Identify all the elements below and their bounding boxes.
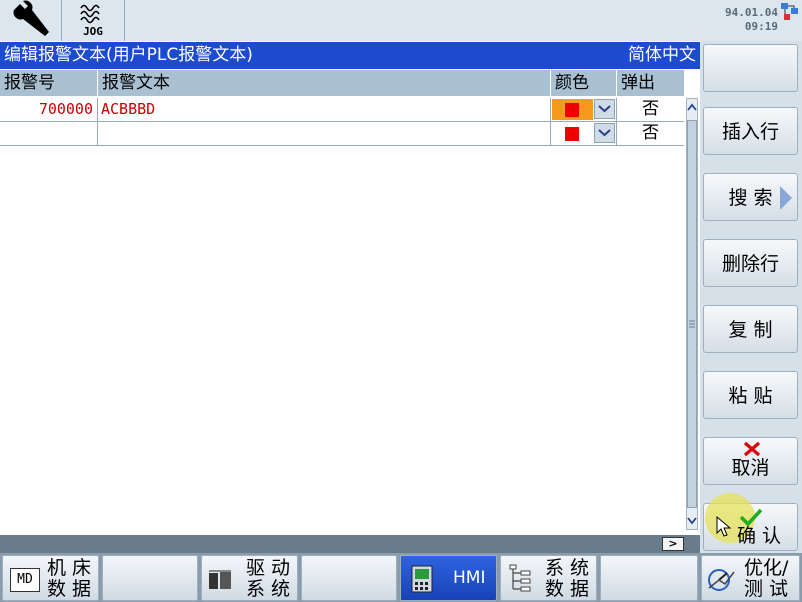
delete-row-button[interactable]: 删除行 <box>703 239 798 287</box>
color-selection[interactable] <box>552 99 593 120</box>
alarm-text-cell[interactable] <box>98 122 551 145</box>
color-swatch <box>565 127 579 141</box>
search-button[interactable]: 搜 索 <box>703 173 798 221</box>
optimize-label-2: 测 试 <box>744 578 789 600</box>
col-header-popup: 弹出 <box>621 73 655 93</box>
md-icon: MD <box>10 568 40 592</box>
col-header-alarm-number: 报警号 <box>0 70 98 96</box>
scrollbar-thumb[interactable] <box>687 120 697 508</box>
table-row[interactable]: 700000 ACBBBD 否 <box>0 98 684 122</box>
drive-system-button[interactable]: 驱 动 系 统 <box>201 555 298 601</box>
color-cell[interactable] <box>551 122 617 145</box>
machine-data-label-1: 机 床 <box>47 557 92 579</box>
softkey-empty-h4[interactable] <box>301 555 397 601</box>
alarm-number-cell[interactable]: 700000 <box>0 98 98 121</box>
drive-label-1: 驱 动 <box>246 557 291 579</box>
paste-button[interactable]: 粘 贴 <box>703 371 798 419</box>
table-row[interactable]: 否 <box>0 122 684 146</box>
network-status-icon <box>781 3 798 20</box>
alarm-text-cell[interactable]: ACBBBD <box>98 98 551 121</box>
table-header: 报警号 报警文本 颜色 弹出 <box>0 70 684 96</box>
optimize-label-1: 优化/ <box>744 557 789 579</box>
machine-data-label-2: 数 据 <box>47 578 92 600</box>
color-cell[interactable] <box>551 98 617 121</box>
scroll-up-icon[interactable] <box>686 98 698 118</box>
drive-icon <box>209 570 231 589</box>
popup-cell[interactable]: 否 <box>617 98 684 121</box>
close-icon <box>743 441 761 457</box>
scroll-right-button[interactable]: > <box>662 537 684 551</box>
grip-icon <box>689 320 695 328</box>
drive-label-2: 系 统 <box>246 578 291 600</box>
jog-label: JOG <box>83 25 103 38</box>
tree-icon <box>509 564 531 592</box>
wrench-icon <box>13 0 50 36</box>
col-header-color: 颜色 <box>551 70 617 96</box>
color-selection[interactable] <box>552 123 593 144</box>
time-text: 09:19 <box>744 20 778 33</box>
softkey-empty-h2[interactable] <box>102 555 198 601</box>
copy-button[interactable]: 复 制 <box>703 305 798 353</box>
jog-mode-indicator: JOG <box>62 0 125 41</box>
chevron-down-icon <box>598 129 611 137</box>
search-label: 搜 索 <box>728 187 773 209</box>
system-data-label-2: 数 据 <box>545 578 590 600</box>
machine-data-button[interactable]: MD 机 床 数 据 <box>2 555 99 601</box>
color-dropdown-button[interactable] <box>594 123 615 143</box>
popup-cell[interactable]: 否 <box>617 122 684 145</box>
system-data-button[interactable]: 系 统 数 据 <box>500 555 597 601</box>
cancel-label: 取消 <box>731 457 770 479</box>
top-status-bar: JOG 94.01.04 09:19 <box>0 0 802 41</box>
softkey-empty-1[interactable] <box>703 44 798 92</box>
language-label: 简体中文 <box>628 45 696 65</box>
alarm-number-cell[interactable] <box>0 122 98 145</box>
confirm-label: 确 认 <box>736 525 782 547</box>
page-title: 编辑报警文本(用户PLC报警文本) <box>4 45 253 65</box>
chevron-down-icon <box>598 105 611 113</box>
color-swatch <box>565 103 579 117</box>
cancel-button[interactable]: 取消 <box>703 437 798 485</box>
date-time: 94.01.04 09:19 <box>725 6 778 34</box>
hmi-label: HMI <box>453 568 486 588</box>
tool-button[interactable] <box>0 0 62 41</box>
system-data-label-1: 系 统 <box>545 557 590 579</box>
hmi-button[interactable]: HMI <box>400 555 497 601</box>
horizontal-scroll-strip <box>0 535 700 553</box>
color-dropdown-button[interactable] <box>594 99 615 119</box>
optimize-icon <box>708 569 735 591</box>
col-header-alarm-text: 报警文本 <box>98 70 551 96</box>
softkey-empty-h7[interactable] <box>600 555 698 601</box>
title-bar: 编辑报警文本(用户PLC报警文本) 简体中文 <box>0 42 700 69</box>
scroll-down-icon[interactable] <box>686 512 698 530</box>
hmi-panel-icon <box>411 565 433 593</box>
right-softkey-panel: 插入行 搜 索 删除行 复 制 粘 贴 取消 确 认 <box>700 41 802 553</box>
arrow-right-icon <box>780 186 792 210</box>
optimize-test-button[interactable]: 优化/ 测 试 <box>701 555 800 601</box>
jog-wave-icon <box>80 4 100 24</box>
date-text: 94.01.04 <box>725 6 778 19</box>
alarm-table: 700000 ACBBBD 否 否 <box>0 96 684 535</box>
confirm-button[interactable]: 确 认 <box>703 493 798 551</box>
vertical-scrollbar[interactable] <box>684 96 700 535</box>
insert-row-button[interactable]: 插入行 <box>703 107 798 155</box>
